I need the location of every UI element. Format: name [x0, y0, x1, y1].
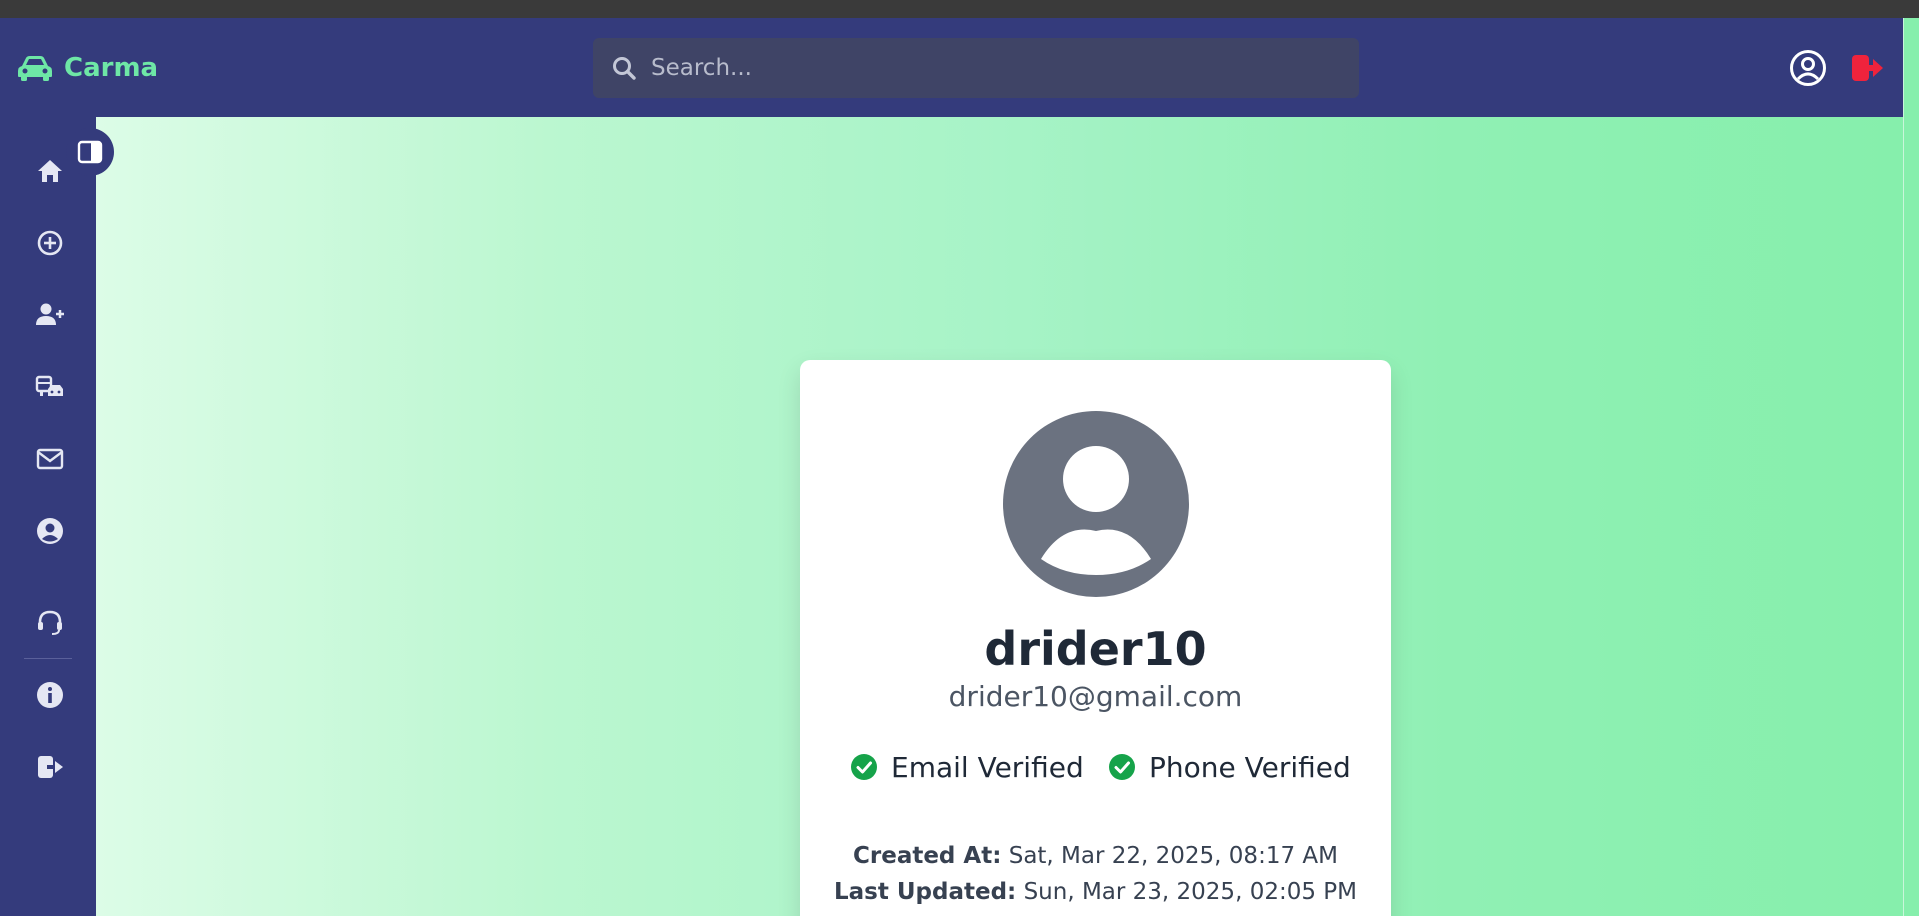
created-at-label: Created At:: [853, 843, 1002, 869]
sidebar: [0, 117, 96, 916]
brand-name: Carma: [64, 53, 159, 83]
brand-logo[interactable]: Carma: [16, 51, 158, 85]
sidebar-toggle-icon: [77, 140, 103, 164]
logout-icon[interactable]: [1851, 52, 1885, 84]
email-address: drider10@gmail.com: [948, 680, 1243, 713]
info-icon: [37, 682, 63, 708]
home-icon: [38, 160, 62, 182]
profile-card: drider10 drider10@gmail.com Email Verifi…: [800, 360, 1391, 916]
sidebar-item-profile[interactable]: [30, 511, 70, 551]
car-icon: [18, 56, 52, 81]
user-plus-icon: [36, 303, 64, 325]
created-at-value: Sat, Mar 22, 2025, 08:17 AM: [1008, 843, 1338, 869]
check-circle-icon: [1109, 754, 1135, 780]
envelope-icon: [36, 448, 64, 470]
phone-verified-label: Phone Verified: [1149, 750, 1351, 784]
sidebar-toggle-button[interactable]: [66, 128, 114, 176]
last-updated: Last Updated: Sun, Mar 23, 2025, 02:05 P…: [800, 879, 1391, 905]
last-updated-value: Sun, Mar 23, 2025, 02:05 PM: [1023, 879, 1357, 905]
sidebar-item-add-user[interactable]: [30, 295, 70, 335]
sign-out-icon: [38, 756, 63, 778]
sidebar-item-info[interactable]: [30, 675, 70, 715]
sidebar-item-sign-out[interactable]: [30, 747, 70, 787]
last-updated-label: Last Updated:: [834, 879, 1017, 905]
username: drider10: [984, 622, 1207, 676]
email-verified-label: Email Verified: [891, 750, 1084, 784]
sidebar-item-messages[interactable]: [30, 439, 70, 479]
search-icon: [613, 57, 636, 80]
created-at: Created At: Sat, Mar 22, 2025, 08:17 AM: [800, 843, 1391, 869]
search-input[interactable]: [651, 55, 1359, 81]
navbar: Carma: [0, 18, 1903, 117]
sidebar-item-home[interactable]: [30, 151, 70, 191]
main-content: drider10 drider10@gmail.com Email Verifi…: [96, 117, 1903, 916]
sidebar-item-add[interactable]: [30, 223, 70, 263]
plus-circle-icon: [37, 230, 63, 256]
page-edge-strip: [1903, 18, 1919, 916]
window-top-strip: [0, 0, 1919, 18]
headset-icon: [38, 610, 62, 635]
user-circle-icon[interactable]: [1789, 49, 1827, 87]
sidebar-item-support[interactable]: [30, 603, 70, 643]
email-verified-badge: Email Verified: [850, 747, 1084, 787]
user-circle-icon: [37, 518, 63, 544]
check-circle-icon: [851, 754, 877, 780]
search-bar[interactable]: [593, 38, 1359, 98]
phone-verified-badge: Phone Verified: [1108, 747, 1351, 787]
avatar: [1003, 411, 1189, 597]
sidebar-divider: [24, 658, 72, 659]
sidebar-item-vehicles[interactable]: [30, 367, 70, 407]
vehicles-icon: [35, 375, 63, 396]
app: Carma Search... drider10 drider10@gmail.…: [0, 18, 1903, 916]
